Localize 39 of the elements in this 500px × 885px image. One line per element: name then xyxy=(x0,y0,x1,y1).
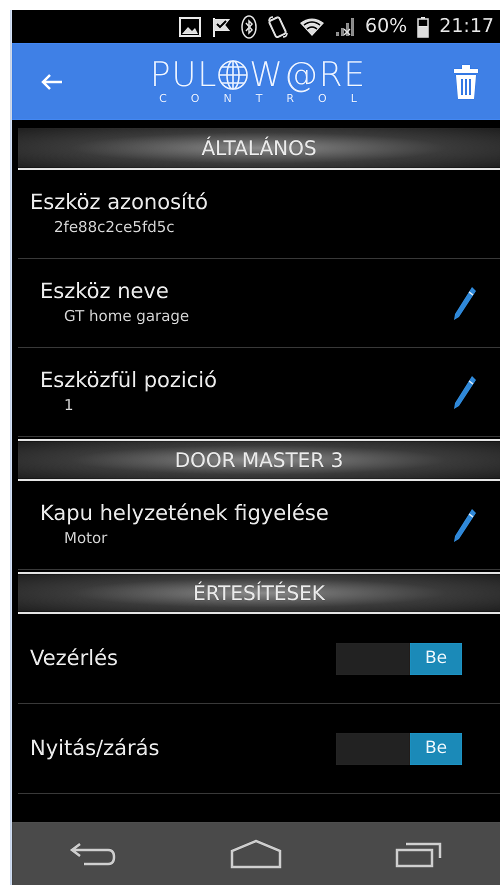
pencil-icon xyxy=(452,374,476,410)
check-flag-icon xyxy=(211,16,231,38)
logo-subtitle: CONTROL xyxy=(159,92,381,106)
toggle-switch[interactable]: Be xyxy=(336,642,462,674)
trash-icon xyxy=(452,64,480,100)
setting-label: Kapu helyzetének figyelése xyxy=(40,500,329,528)
setting-label: Vezérlés xyxy=(30,644,118,672)
setting-label: Eszköz neve xyxy=(40,278,170,306)
wifi-icon xyxy=(299,16,325,36)
edit-button[interactable] xyxy=(452,285,476,321)
setting-value: Motor xyxy=(63,528,108,550)
setting-value: GT home garage xyxy=(63,306,190,328)
toggle-switch[interactable]: Be xyxy=(336,732,462,764)
logo-text: PUL xyxy=(150,58,218,92)
battery-level: 60% xyxy=(365,14,408,40)
logo-text: W@RE xyxy=(249,58,366,92)
setting-label: Nyitás/zárás xyxy=(30,734,160,762)
battery-icon xyxy=(417,16,430,38)
back-button[interactable] xyxy=(40,72,64,92)
signal-icon xyxy=(335,16,355,36)
section-header: ÁLTALÁNOS xyxy=(18,128,500,170)
setting-value: 1 xyxy=(63,395,75,416)
section-header: ÉRTESÍTÉSEK xyxy=(18,572,500,614)
bluetooth-icon xyxy=(241,14,257,38)
setting-label: Eszközfül pozició xyxy=(40,367,217,394)
edit-button[interactable] xyxy=(452,374,476,410)
back-arrow-icon xyxy=(40,72,64,92)
setting-value: 2fe88c2ce5fd5c xyxy=(53,217,176,238)
clock-time: 21:17 xyxy=(439,14,494,40)
image-icon xyxy=(179,16,201,36)
delete-button[interactable] xyxy=(452,64,480,100)
globe-icon xyxy=(217,58,250,91)
rotate-icon xyxy=(267,14,289,38)
home-nav-icon[interactable] xyxy=(228,838,283,868)
setting-label: Eszköz azonosító xyxy=(30,189,208,216)
pencil-icon xyxy=(452,507,476,543)
section-header: DOOR MASTER 3 xyxy=(18,439,500,481)
pencil-icon xyxy=(452,285,476,321)
edit-button[interactable] xyxy=(452,507,476,543)
